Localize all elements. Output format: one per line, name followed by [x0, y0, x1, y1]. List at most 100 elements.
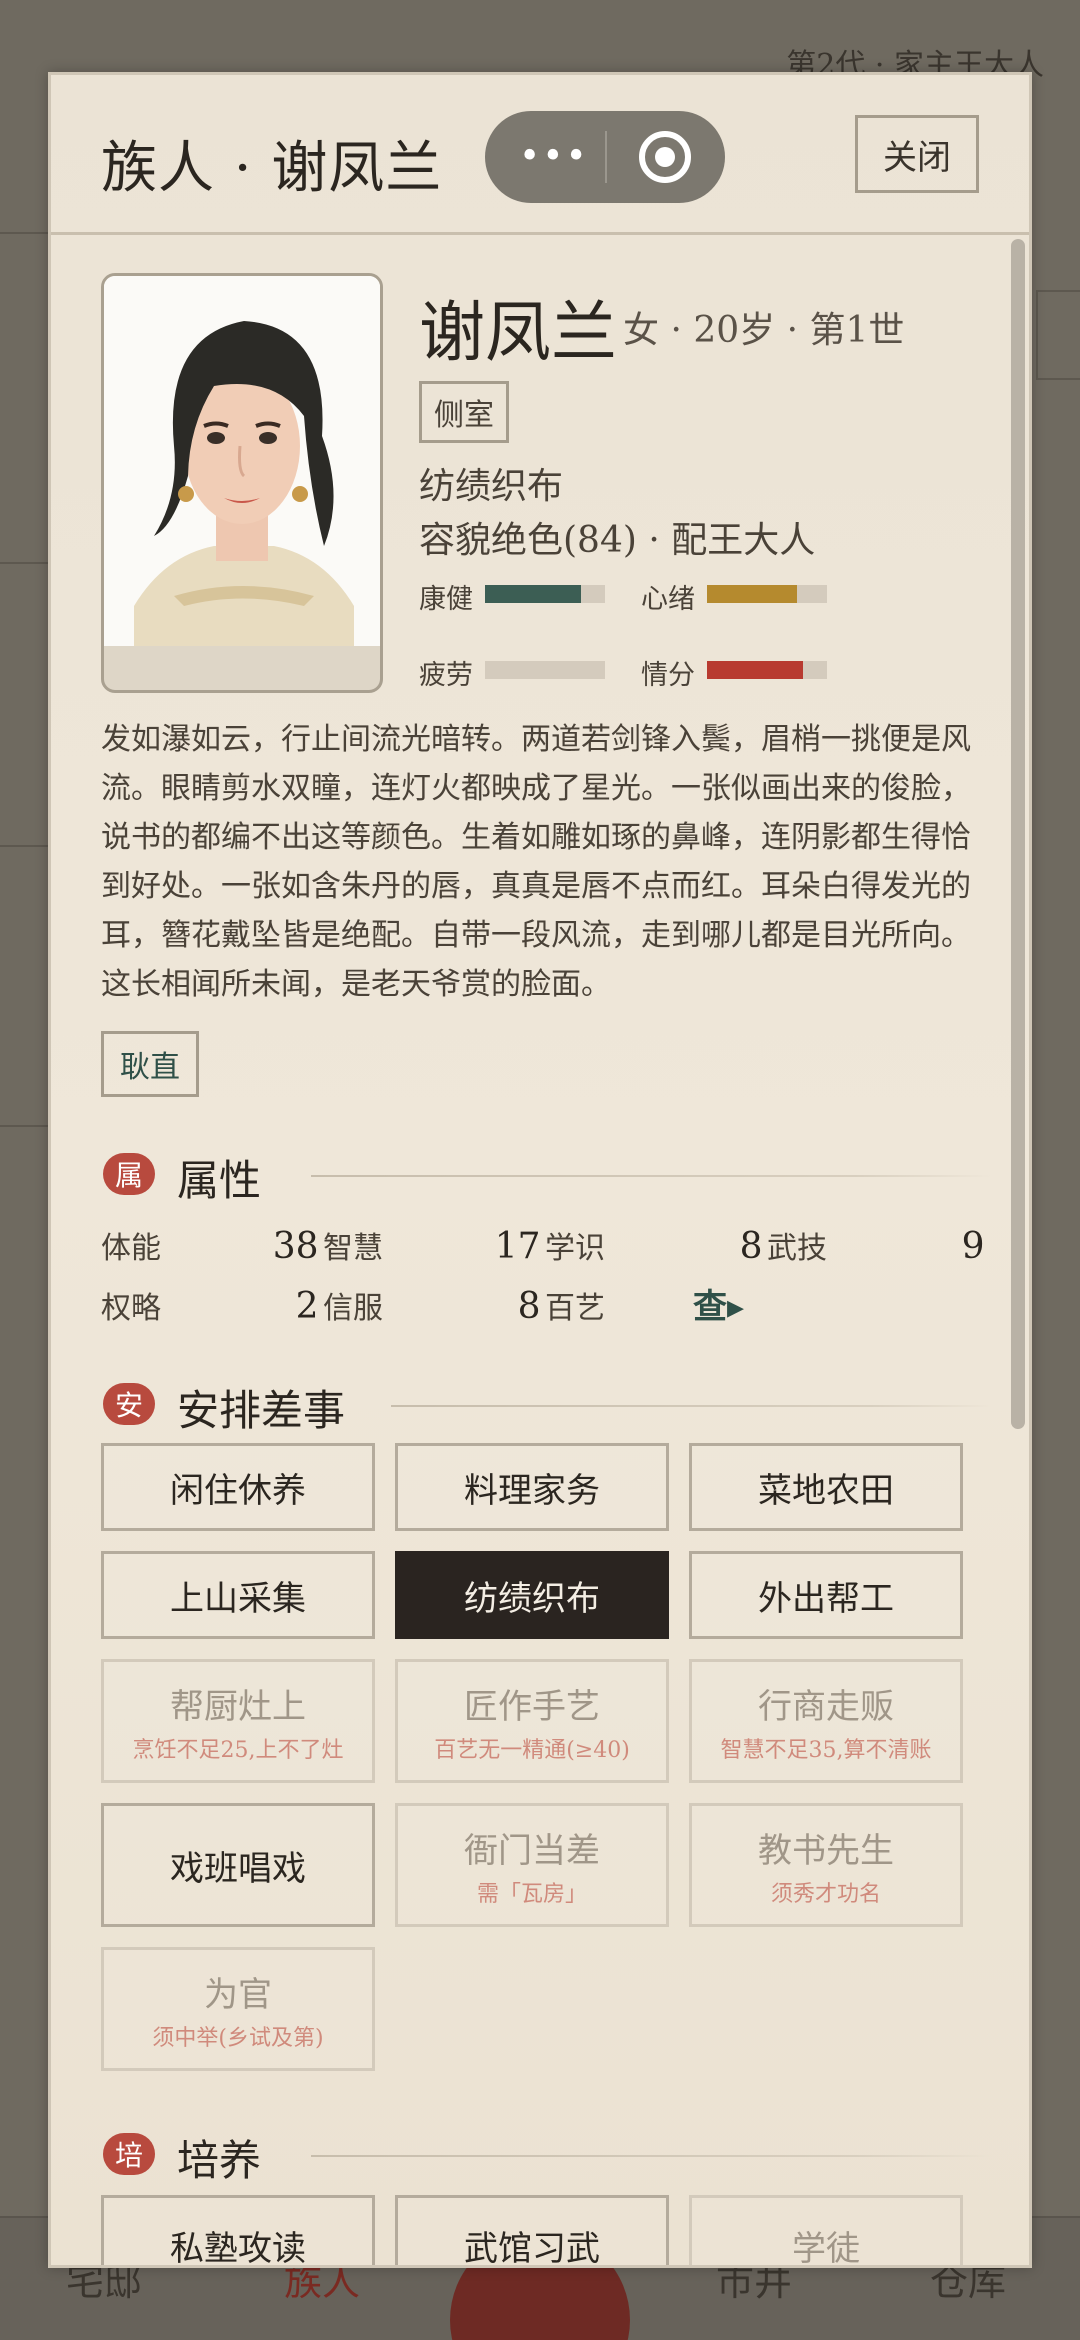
fatigue-bar: [485, 661, 605, 679]
divider: [0, 562, 52, 564]
job-button: 帮厨灶上烹饪不足25,上不了灶: [101, 1659, 375, 1783]
attr-label: 信服: [323, 1291, 383, 1326]
attr-persuasion: 信服 8: [323, 1283, 541, 1327]
section-divider: [391, 1405, 991, 1407]
training-badge: 培: [103, 2133, 155, 2175]
job-name: 帮厨灶上: [170, 1686, 306, 1727]
member-modal: 族人 · 谢凤兰 ••• 关闭 谢凤兰 女 · 20岁 · 第1世 侧室 纺绩织…: [48, 72, 1032, 2268]
job-requirement-note: 智慧不足35,算不清账: [720, 1737, 932, 1763]
attr-label: 体能: [101, 1231, 161, 1266]
divider: [0, 232, 52, 234]
stat-label-mood: 心绪: [641, 584, 695, 615]
attr-label: 智慧: [323, 1231, 383, 1266]
attr-value: 38: [272, 1226, 319, 1267]
attr-value: 2: [295, 1286, 319, 1327]
attr-value: 8: [739, 1226, 763, 1267]
training-button: 学徒: [689, 2195, 963, 2268]
modal-title: 族人 · 谢凤兰: [101, 136, 443, 201]
attr-value: 17: [494, 1226, 541, 1267]
attr-stamina: 体能 38: [101, 1223, 319, 1267]
training-name: 学徒: [792, 2228, 860, 2268]
training-button[interactable]: 私塾攻读: [101, 2195, 375, 2268]
attr-label: 权略: [101, 1291, 161, 1326]
attr-crafts: 百艺: [545, 1283, 605, 1327]
capsule-divider: [605, 131, 607, 183]
stat-label-affection: 情分: [641, 660, 695, 691]
status-badge: 侧室: [419, 381, 509, 443]
occupation-text: 纺绩织布: [419, 466, 564, 507]
job-name: 上山采集: [170, 1578, 306, 1619]
job-requirement-note: 需「瓦房」: [476, 1881, 587, 1907]
affection-bar-fill: [707, 661, 803, 679]
modal-header: 族人 · 谢凤兰 ••• 关闭: [51, 75, 1029, 235]
job-name: 料理家务: [464, 1470, 600, 1511]
job-name: 为官: [204, 1974, 272, 2015]
attributes-badge: 属: [103, 1153, 155, 1195]
job-requirement-note: 须中举(乡试及第): [152, 2025, 324, 2051]
job-button[interactable]: 菜地农田: [689, 1443, 963, 1531]
jobs-badge: 安: [103, 1383, 155, 1425]
job-requirement-note: 须秀才功名: [770, 1881, 881, 1907]
job-requirement-note: 烹饪不足25,上不了灶: [132, 1737, 344, 1763]
more-dots-icon[interactable]: •••: [519, 139, 589, 175]
portrait-image: [104, 276, 380, 646]
health-bar-fill: [485, 585, 581, 603]
attr-label: 学识: [545, 1231, 605, 1266]
scrollbar[interactable]: [1011, 239, 1025, 1429]
job-name: 纺绩织布: [464, 1578, 600, 1619]
mini-program-capsule: •••: [485, 111, 725, 203]
query-crafts-button[interactable]: 查▸: [693, 1279, 744, 1328]
stat-label-fatigue: 疲劳: [419, 660, 473, 691]
training-name: 武馆习武: [464, 2228, 600, 2268]
appearance-description: 发如瀑如云，行止间流光暗转。两道若剑锋入鬓，眉梢一挑便是风流。眼睛剪水双瞳，连灯…: [101, 722, 971, 1002]
mood-bar: [707, 585, 827, 603]
job-button: 为官须中举(乡试及第): [101, 1947, 375, 2071]
job-button: 教书先生 须秀才功名: [689, 1803, 963, 1927]
portrait-frame: [101, 273, 383, 693]
section-divider: [311, 2155, 991, 2157]
job-name: 行商走贩: [758, 1686, 894, 1727]
training-name: 私塾攻读: [170, 2228, 306, 2268]
job-button[interactable]: 上山采集: [101, 1551, 375, 1639]
close-button[interactable]: 关闭: [855, 115, 979, 193]
job-name: 匠作手艺: [464, 1686, 600, 1727]
job-button: 衙门当差 需「瓦房」: [395, 1803, 669, 1927]
background-panel: [1036, 290, 1080, 380]
attributes-title: 属性: [177, 1156, 262, 1205]
health-bar: [485, 585, 605, 603]
training-title: 培养: [177, 2136, 262, 2185]
jobs-title: 安排差事: [177, 1386, 346, 1435]
section-divider: [311, 1175, 991, 1177]
job-button[interactable]: 戏班唱戏: [101, 1803, 375, 1927]
mood-bar-fill: [707, 585, 797, 603]
attr-wisdom: 智慧 17: [323, 1223, 541, 1267]
job-button[interactable]: 外出帮工: [689, 1551, 963, 1639]
job-button[interactable]: 闲住休养: [101, 1443, 375, 1531]
job-name: 戏班唱戏: [170, 1848, 306, 1889]
attr-value: 8: [517, 1286, 541, 1327]
beauty-text: 容貌绝色(84) · 配王大人: [419, 520, 816, 561]
attr-knowledge: 学识 8: [545, 1223, 763, 1267]
job-button: 行商走贩智慧不足35,算不清账: [689, 1659, 963, 1783]
job-button: 匠作手艺百艺无一精通(≥40): [395, 1659, 669, 1783]
job-requirement-note: 百艺无一精通(≥40): [434, 1737, 630, 1763]
member-name: 谢凤兰: [419, 294, 617, 371]
job-name: 菜地农田: [758, 1470, 894, 1511]
attr-value: 9: [961, 1226, 985, 1267]
job-name: 衙门当差: [464, 1830, 600, 1871]
trait-badge: 耿直: [101, 1031, 199, 1097]
divider: [0, 845, 52, 847]
training-button[interactable]: 武馆习武: [395, 2195, 669, 2268]
divider: [0, 1125, 52, 1127]
attr-label: 百艺: [545, 1291, 605, 1326]
job-button[interactable]: 料理家务: [395, 1443, 669, 1531]
stat-label-health: 康健: [419, 584, 473, 615]
attr-strategy: 权略 2: [101, 1283, 319, 1327]
job-name: 闲住休养: [170, 1470, 306, 1511]
attr-label: 武技: [767, 1231, 827, 1266]
attr-martial: 武技 9: [767, 1223, 985, 1267]
job-name: 教书先生: [758, 1830, 894, 1871]
target-icon[interactable]: [639, 131, 691, 183]
job-name: 外出帮工: [758, 1578, 894, 1619]
job-button[interactable]: 纺绩织布: [395, 1551, 669, 1639]
